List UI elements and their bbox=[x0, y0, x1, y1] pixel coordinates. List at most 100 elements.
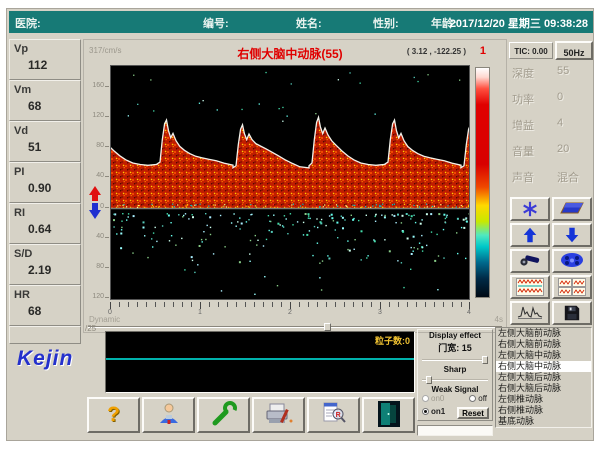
param-ri: RI 0.64 bbox=[9, 203, 81, 244]
param-label: RI bbox=[14, 207, 76, 219]
quad-spectrum-button[interactable] bbox=[552, 275, 592, 299]
envelope-trace-icon bbox=[517, 304, 543, 320]
down-arrow-icon bbox=[563, 226, 581, 244]
volume-label: 音量 bbox=[512, 143, 534, 159]
radio-off-label: off bbox=[478, 394, 487, 403]
artery-item[interactable]: 右侧椎动脉 bbox=[496, 405, 591, 416]
gate-width-row: 门宽: 15 bbox=[418, 341, 492, 354]
display-effect-title: Display effect bbox=[418, 331, 492, 340]
artery-item[interactable]: 右侧大脑前动脉 bbox=[496, 339, 591, 350]
particle-count-label: 粒子数:0 bbox=[375, 334, 410, 347]
depth-row: 深度 55 bbox=[509, 65, 593, 85]
param-value: 68 bbox=[28, 99, 76, 113]
param-vm: Vm 68 bbox=[9, 80, 81, 121]
radio-off[interactable] bbox=[469, 395, 476, 402]
slider-handle[interactable] bbox=[482, 356, 488, 364]
sound-row: 声音 混合 bbox=[509, 169, 593, 189]
wrench-icon bbox=[210, 401, 238, 427]
freeze-button[interactable] bbox=[510, 197, 550, 221]
power-row: 功率 0 bbox=[509, 91, 593, 111]
printer-icon bbox=[264, 401, 294, 427]
sound-value: 混合 bbox=[557, 169, 579, 185]
print-button[interactable] bbox=[252, 397, 305, 433]
id-label: 编号: bbox=[203, 15, 229, 31]
doppler-spectrum-display[interactable] bbox=[110, 65, 470, 300]
save-disk-icon bbox=[563, 304, 581, 322]
gender-label: 性别: bbox=[373, 15, 399, 31]
gate-width-slider[interactable] bbox=[422, 356, 488, 364]
artery-item[interactable]: 左侧大脑后动脉 bbox=[496, 372, 591, 383]
svg-text:R: R bbox=[335, 411, 340, 418]
radio-on0-label: on0 bbox=[431, 394, 444, 403]
sharp-label: Sharp bbox=[418, 365, 492, 374]
app-window: 医院: 编号: 姓名: 性别: 年龄: 2017/12/20 星期三 09:38… bbox=[6, 8, 594, 441]
weak-signal-label: Weak Signal bbox=[418, 385, 492, 394]
artery-item-selected[interactable]: 右侧大脑中动脉 bbox=[496, 361, 591, 372]
probe-select-button[interactable] bbox=[510, 249, 550, 273]
param-value: 2.19 bbox=[28, 263, 76, 277]
slider-handle[interactable] bbox=[324, 323, 331, 331]
param-vd: Vd 51 bbox=[9, 121, 81, 162]
x-tick: 4 bbox=[461, 309, 477, 316]
depth-down-button[interactable] bbox=[552, 223, 592, 247]
gain-label: 增益 bbox=[512, 117, 534, 133]
depth-value: 55 bbox=[557, 65, 569, 77]
question-mark-icon: ? bbox=[89, 399, 138, 431]
radio-on1[interactable] bbox=[422, 408, 429, 415]
gain-value: 4 bbox=[557, 117, 563, 129]
y-tick: 40 bbox=[84, 233, 104, 240]
depth-label: 深度 bbox=[512, 65, 534, 81]
artery-item[interactable]: 基底动脉 bbox=[496, 416, 591, 427]
depth-up-button[interactable] bbox=[510, 223, 550, 247]
param-value: 0.90 bbox=[28, 181, 76, 195]
param-value: 51 bbox=[28, 140, 76, 154]
tic-display: TIC: 0.00 bbox=[509, 42, 553, 59]
x-tick: 2 bbox=[282, 309, 298, 316]
up-arrow-icon bbox=[521, 226, 539, 244]
single-spectrum-icon bbox=[516, 278, 544, 296]
sharp-slider[interactable] bbox=[422, 376, 488, 384]
control-panel: TIC: 0.00 50Hz 深度 55 功率 0 增益 4 音量 20 声音 … bbox=[509, 39, 593, 329]
param-value: 0.64 bbox=[28, 222, 76, 236]
settings-button[interactable] bbox=[197, 397, 250, 433]
exit-button[interactable] bbox=[362, 397, 415, 433]
name-label: 姓名: bbox=[296, 15, 322, 31]
artery-item[interactable]: 左侧大脑中动脉 bbox=[496, 350, 591, 361]
y-tick: 80 bbox=[84, 263, 104, 270]
param-sd: S/D 2.19 bbox=[9, 244, 81, 285]
patient-icon bbox=[155, 401, 183, 427]
slider-handle[interactable] bbox=[426, 376, 432, 384]
cine-film-button[interactable] bbox=[552, 249, 592, 273]
radio-on0[interactable] bbox=[422, 395, 429, 402]
quad-spectrum-icon bbox=[558, 278, 586, 296]
envelope-trace-button[interactable] bbox=[510, 301, 550, 325]
patient-info-button[interactable] bbox=[142, 397, 195, 433]
header-bar: 医院: 编号: 姓名: 性别: 年龄: 2017/12/20 星期三 09:38… bbox=[9, 11, 593, 33]
save-button[interactable] bbox=[552, 301, 592, 325]
page-indicator: /25 bbox=[85, 324, 96, 333]
power-label: 功率 bbox=[512, 91, 534, 107]
probe-plate-button[interactable] bbox=[552, 197, 592, 221]
flow-up-arrow-icon bbox=[89, 186, 101, 195]
report-review-button[interactable]: R bbox=[307, 397, 360, 433]
help-button[interactable]: ? bbox=[87, 397, 140, 433]
artery-item[interactable]: 右侧大脑后动脉 bbox=[496, 383, 591, 394]
artery-list: 左侧大脑前动脉 右侧大脑前动脉 左侧大脑中动脉 右侧大脑中动脉 左侧大脑后动脉 … bbox=[495, 327, 592, 428]
artery-item[interactable]: 左侧大脑前动脉 bbox=[496, 328, 591, 339]
volume-row: 音量 20 bbox=[509, 143, 593, 163]
spectrum-panel: 317/cm/s 右侧大脑中动脉(55) ( 3.12 , -122.25 ) … bbox=[83, 39, 507, 333]
x-tick: 3 bbox=[372, 309, 388, 316]
param-label: Vd bbox=[14, 125, 76, 137]
y-tick: 120 bbox=[84, 112, 104, 119]
y-tick: 40 bbox=[84, 172, 104, 179]
artery-item[interactable]: 左侧椎动脉 bbox=[496, 394, 591, 405]
volume-value: 20 bbox=[557, 143, 569, 155]
param-label: Vm bbox=[14, 84, 76, 96]
frequency-button[interactable]: 50Hz bbox=[555, 41, 593, 60]
reset-button[interactable]: Reset bbox=[457, 407, 489, 419]
gate-width-label: 门宽: bbox=[438, 343, 459, 353]
single-spectrum-button[interactable] bbox=[510, 275, 550, 299]
param-label: S/D bbox=[14, 248, 76, 260]
probe-plate-icon bbox=[559, 200, 585, 216]
param-value: 68 bbox=[28, 304, 76, 318]
